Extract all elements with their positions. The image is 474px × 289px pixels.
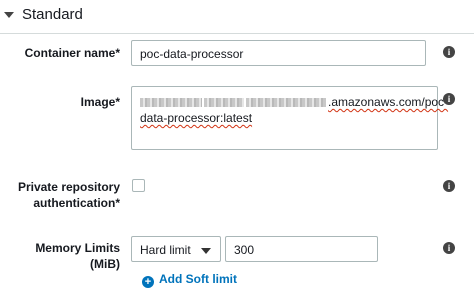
image-url-tag: data-processor:latest xyxy=(140,111,253,125)
memory-limits-label-line2: (MiB) xyxy=(90,257,120,271)
container-name-value: poc-data-processor xyxy=(140,47,244,61)
chevron-down-icon xyxy=(201,248,211,254)
container-name-label: Container name* xyxy=(24,46,120,60)
add-soft-limit-label: Add Soft limit xyxy=(159,272,237,286)
private-repo-checkbox[interactable] xyxy=(132,179,145,192)
caret-down-icon[interactable] xyxy=(4,12,14,18)
memory-limits-label-line1: Memory Limits xyxy=(35,241,120,255)
info-icon[interactable]: i xyxy=(443,46,455,58)
memory-limit-input[interactable]: 300 xyxy=(225,236,378,262)
section-header[interactable]: Standard xyxy=(0,0,474,34)
image-url-suffix: .amazonaws.com/poc- xyxy=(328,95,449,109)
redacted-registry xyxy=(246,98,326,108)
add-soft-limit-link[interactable]: + Add Soft limit xyxy=(142,272,237,288)
redacted-region xyxy=(204,98,244,108)
info-icon[interactable]: i xyxy=(443,242,455,254)
private-repo-label-line2: authentication* xyxy=(33,196,120,210)
image-label: Image* xyxy=(80,95,120,109)
limit-type-value: Hard limit xyxy=(140,243,191,257)
redacted-account-id xyxy=(140,98,202,108)
container-name-input[interactable]: poc-data-processor xyxy=(131,40,426,66)
private-repo-label-line1: Private repository xyxy=(17,180,120,194)
image-textarea[interactable]: .amazonaws.com/poc- data-processor:lates… xyxy=(131,86,448,150)
section-title: Standard xyxy=(22,6,83,23)
info-icon[interactable]: i xyxy=(443,93,455,105)
limit-type-select[interactable]: Hard limit xyxy=(131,236,221,262)
plus-circle-icon: + xyxy=(142,276,154,288)
memory-limit-value: 300 xyxy=(234,243,255,257)
info-icon[interactable]: i xyxy=(443,180,455,192)
